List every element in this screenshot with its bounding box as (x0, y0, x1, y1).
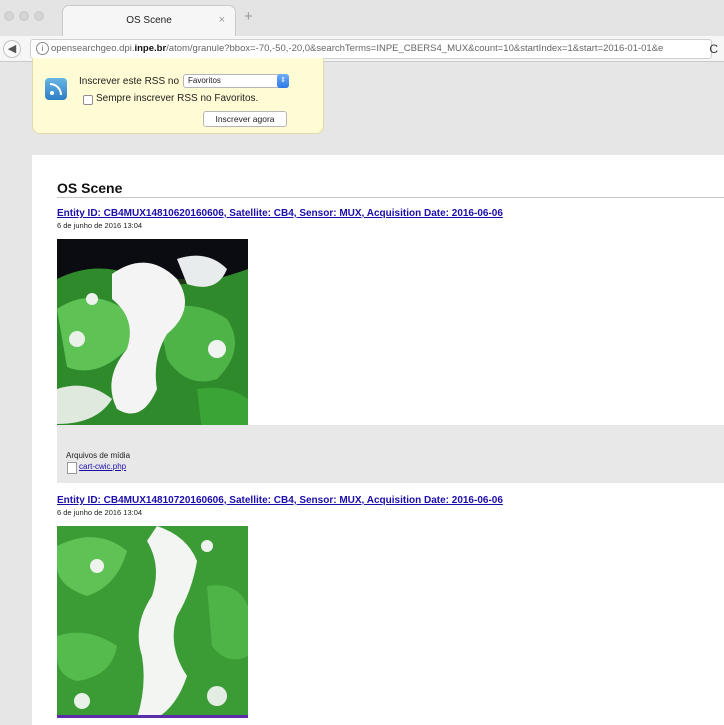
page-title: OS Scene (57, 180, 123, 196)
url-path: /atom/granule?bbox=-70,-50,-20,0&searchT… (166, 43, 664, 54)
back-arrow-icon[interactable]: ◀ (3, 40, 21, 58)
info-icon[interactable]: i (36, 42, 49, 55)
file-icon (67, 462, 77, 474)
url-domain: inpe.br (134, 43, 167, 54)
always-subscribe-label: Sempre inscrever RSS no Favoritos. (96, 93, 259, 104)
tab-close-icon[interactable]: × (219, 14, 225, 26)
browser-tab[interactable]: OS Scene × (62, 5, 236, 37)
entry-date: 6 de junho de 2016 13:04 (57, 221, 143, 230)
new-tab-icon[interactable]: + (244, 9, 253, 24)
media-files-box: Arquivos de mídia cart-cwic.php (57, 425, 724, 483)
feed-content: OS Scene Entity ID: CB4MUX14810620160606… (32, 155, 724, 725)
image-border-strip (57, 715, 248, 718)
minimize-window-button[interactable] (19, 11, 29, 21)
media-file-link[interactable]: cart-cwic.php (79, 462, 126, 471)
select-arrows-icon: ⇕ (277, 74, 289, 88)
media-files-label: Arquivos de mídia (66, 451, 131, 460)
rss-feed-icon (45, 78, 67, 100)
close-window-button[interactable] (4, 11, 14, 21)
tab-strip: OS Scene × + (0, 0, 724, 37)
tab-title: OS Scene (126, 15, 172, 26)
title-divider (57, 197, 724, 198)
entry-title-link[interactable]: Entity ID: CB4MUX14810720160606, Satelli… (57, 495, 503, 506)
url-bar[interactable]: i opensearchgeo.dpi.inpe.br/atom/granule… (30, 39, 712, 59)
subscribe-now-button[interactable]: Inscrever agora (203, 111, 287, 127)
subscribe-label: Inscrever este RSS no (79, 76, 180, 87)
satellite-image[interactable] (57, 526, 248, 718)
satellite-image[interactable] (57, 239, 248, 431)
reload-icon[interactable]: C (709, 42, 718, 56)
reader-select[interactable]: Favoritos ⇕ (183, 74, 289, 88)
url-prefix: opensearchgeo.dpi. (51, 43, 135, 54)
zoom-window-button[interactable] (34, 11, 44, 21)
entry-title-link[interactable]: Entity ID: CB4MUX14810620160606, Satelli… (57, 208, 503, 219)
rss-subscribe-box: Inscrever este RSS no Favoritos ⇕ Sempre… (32, 58, 324, 134)
url-text[interactable]: opensearchgeo.dpi.inpe.br/atom/granule?b… (51, 43, 691, 54)
reader-select-value: Favoritos (188, 76, 221, 85)
entry-date: 6 de junho de 2016 13:04 (57, 508, 143, 517)
always-subscribe-checkbox[interactable] (83, 95, 93, 105)
